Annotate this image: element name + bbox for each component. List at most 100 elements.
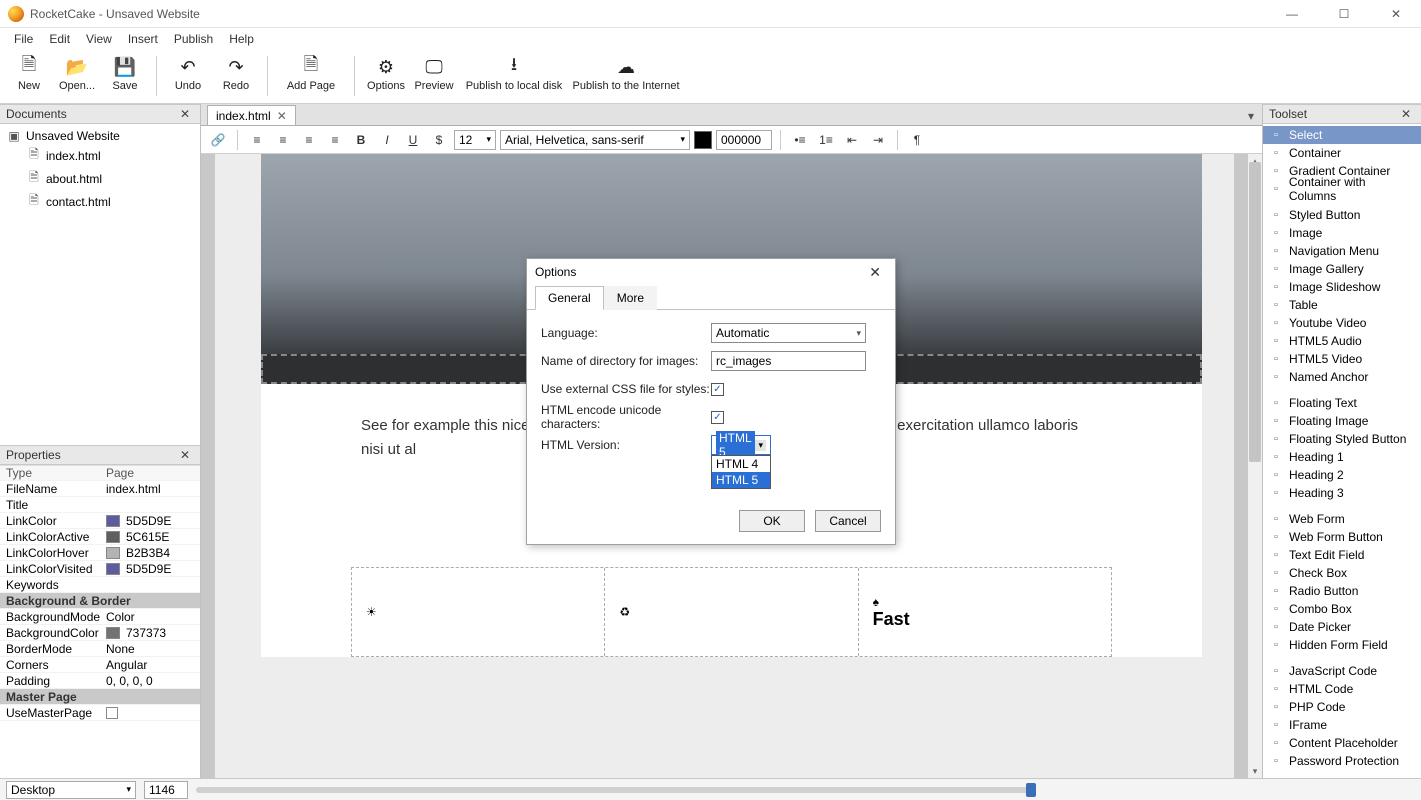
tab-close-icon[interactable]: ✕ <box>277 109 287 123</box>
toolset-item[interactable]: ▫Navigation Menu <box>1263 242 1421 260</box>
align-left-icon[interactable]: ≡ <box>246 129 268 151</box>
toolset-close-icon[interactable]: ✕ <box>1397 107 1415 121</box>
toolset-item[interactable]: ▫Text Edit Field <box>1263 546 1421 564</box>
prop-value[interactable] <box>100 707 200 719</box>
encode-checkbox[interactable]: ✓ <box>711 411 724 424</box>
prop-value[interactable]: 5C615E <box>100 530 200 544</box>
toolset-item[interactable]: ▫Radio Button <box>1263 582 1421 600</box>
list-ol-icon[interactable]: 1≡ <box>815 129 837 151</box>
toolset-item[interactable]: ▫HTML5 Video <box>1263 350 1421 368</box>
menu-help[interactable]: Help <box>221 30 262 48</box>
align-right-icon[interactable]: ≡ <box>298 129 320 151</box>
prop-value[interactable]: 5D5D9E <box>100 562 200 576</box>
vertical-scrollbar[interactable]: ▴ ▾ <box>1248 154 1262 778</box>
scrollbar-thumb[interactable] <box>1249 162 1261 462</box>
toolset-item[interactable]: ▫HTML5 Audio <box>1263 332 1421 350</box>
tab-dropdown-icon[interactable]: ▾ <box>1240 107 1262 125</box>
htmlver-option[interactable]: HTML 5 <box>712 472 770 488</box>
toolset-item[interactable]: ▫Table <box>1263 296 1421 314</box>
toolset-item[interactable]: ▫Heading 1 <box>1263 448 1421 466</box>
toolset-item[interactable]: ▫Floating Styled Button <box>1263 430 1421 448</box>
htmlver-option[interactable]: HTML 4 <box>712 456 770 472</box>
toolbar-publish-internet[interactable]: ☁Publish to the Internet <box>571 54 681 102</box>
menu-insert[interactable]: Insert <box>120 30 166 48</box>
maximize-button[interactable]: ☐ <box>1327 4 1361 24</box>
link-icon[interactable]: 🔗 <box>207 129 229 151</box>
cancel-button[interactable]: Cancel <box>815 510 881 532</box>
extcss-checkbox[interactable]: ✓ <box>711 383 724 396</box>
toolset-item[interactable]: ▫Image Slideshow <box>1263 278 1421 296</box>
toolbar-preview[interactable]: 🖵Preview <box>411 54 457 102</box>
menu-edit[interactable]: Edit <box>41 30 78 48</box>
toolbar-addpage[interactable]: 🗎Add Page <box>276 54 346 102</box>
document-tab[interactable]: index.html ✕ <box>207 105 296 125</box>
menu-file[interactable]: File <box>6 30 41 48</box>
width-input[interactable]: 1146 <box>144 781 188 799</box>
toolset-item[interactable]: ▫Hidden Form Field <box>1263 636 1421 654</box>
toolset-item[interactable]: ▫HTML Code <box>1263 680 1421 698</box>
documents-file[interactable]: 🗎index.html <box>4 144 196 167</box>
toolset-item[interactable]: ▫Heading 2 <box>1263 466 1421 484</box>
tab-more[interactable]: More <box>604 286 657 310</box>
pilcrow-icon[interactable]: ¶ <box>906 129 928 151</box>
documents-file[interactable]: 🗎about.html <box>4 167 196 190</box>
toolbar-undo[interactable]: ↶Undo <box>165 54 211 102</box>
prop-value[interactable]: None <box>100 642 200 656</box>
toolset-item[interactable]: ▫Floating Image <box>1263 412 1421 430</box>
bold-icon[interactable]: B <box>350 129 372 151</box>
toolset-item[interactable]: ▫Heading 3 <box>1263 484 1421 502</box>
font-family-select[interactable]: Arial, Helvetica, sans-serif▾ <box>500 130 690 150</box>
device-select[interactable]: Desktop▾ <box>6 781 136 799</box>
strike-icon[interactable]: $ <box>428 129 450 151</box>
toolset-item[interactable]: ▫Combo Box <box>1263 600 1421 618</box>
toolset-item[interactable]: ▫Image <box>1263 224 1421 242</box>
text-color-hex[interactable]: 000000 <box>716 130 772 150</box>
toolset-item[interactable]: ▫Named Anchor <box>1263 368 1421 386</box>
toolbar-save[interactable]: 💾Save <box>102 54 148 102</box>
scroll-down-icon[interactable]: ▾ <box>1248 764 1262 778</box>
dialog-close-icon[interactable]: ✕ <box>863 264 887 281</box>
imgdir-input[interactable]: rc_images <box>711 351 866 371</box>
list-ul-icon[interactable]: •≡ <box>789 129 811 151</box>
tab-general[interactable]: General <box>535 286 604 310</box>
toolset-item[interactable]: ▫Password Protection <box>1263 752 1421 770</box>
toolset-item[interactable]: ▫PHP Code <box>1263 698 1421 716</box>
toolset-item[interactable]: ▫Youtube Video <box>1263 314 1421 332</box>
menu-publish[interactable]: Publish <box>166 30 221 48</box>
toolset-item[interactable]: ▫JavaScript Code <box>1263 662 1421 680</box>
zoom-thumb[interactable] <box>1026 783 1036 797</box>
columns-container[interactable]: ☀ ♻ ♠Fast <box>351 567 1112 657</box>
zoom-slider[interactable] <box>196 787 1036 793</box>
prop-value[interactable]: index.html <box>100 482 200 496</box>
prop-value[interactable]: Angular <box>100 658 200 672</box>
prop-value[interactable]: B2B3B4 <box>100 546 200 560</box>
prop-value[interactable]: 737373 <box>100 626 200 640</box>
indent-icon[interactable]: ⇥ <box>867 129 889 151</box>
align-center-icon[interactable]: ≡ <box>272 129 294 151</box>
toolbar-options[interactable]: ⚙Options <box>363 54 409 102</box>
align-justify-icon[interactable]: ≡ <box>324 129 346 151</box>
properties-close-icon[interactable]: ✕ <box>176 448 194 462</box>
htmlver-select[interactable]: HTML 5 ▾ <box>711 435 771 455</box>
column-cell[interactable]: ♻ <box>605 568 858 656</box>
toolset-item[interactable]: ▫Date Picker <box>1263 618 1421 636</box>
column-cell[interactable]: ☀ <box>352 568 605 656</box>
toolbar-open[interactable]: 📂Open... <box>54 54 100 102</box>
underline-icon[interactable]: U <box>402 129 424 151</box>
toolset-item[interactable]: ▫Container <box>1263 144 1421 162</box>
toolbar-publish-local[interactable]: ⭳Publish to local disk <box>459 54 569 102</box>
outdent-icon[interactable]: ⇤ <box>841 129 863 151</box>
toolset-item[interactable]: ▫Check Box <box>1263 564 1421 582</box>
column-cell[interactable]: ♠Fast <box>859 568 1111 656</box>
toolset-item[interactable]: ▫Image Gallery <box>1263 260 1421 278</box>
toolset-item[interactable]: ▫Floating Text <box>1263 394 1421 412</box>
prop-value[interactable]: 5D5D9E <box>100 514 200 528</box>
toolbar-new[interactable]: 🗎New <box>6 54 52 102</box>
ok-button[interactable]: OK <box>739 510 805 532</box>
toolset-item[interactable]: ▫Styled Button <box>1263 206 1421 224</box>
documents-root[interactable]: ▣Unsaved Website <box>4 128 196 144</box>
close-button[interactable]: ✕ <box>1379 4 1413 24</box>
toolset-item[interactable]: ▫Container with Columns <box>1263 180 1421 198</box>
toolset-item[interactable]: ▫Select <box>1263 126 1421 144</box>
toolbar-redo[interactable]: ↷Redo <box>213 54 259 102</box>
